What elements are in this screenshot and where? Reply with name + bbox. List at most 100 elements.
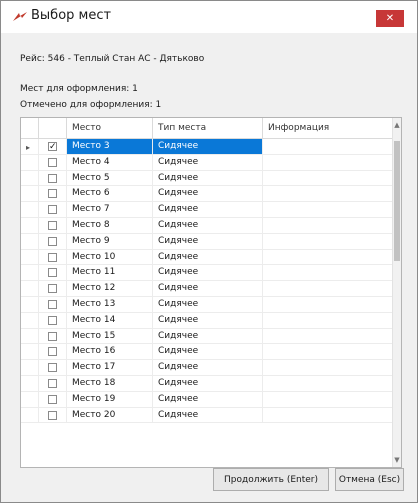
seat-type-cell[interactable]: Сидячее [153, 233, 263, 249]
seat-type-cell[interactable]: Сидячее [153, 296, 263, 312]
column-header-type[interactable]: Тип места [153, 118, 263, 138]
info-cell[interactable] [263, 392, 392, 407]
seat-type-cell[interactable]: Сидячее [153, 202, 263, 217]
seat-cell[interactable]: Место 19 [67, 391, 153, 407]
seat-cell[interactable]: Место 11 [67, 265, 153, 281]
table-row[interactable]: Место 9 Сидячее [21, 233, 392, 250]
seat-type-cell[interactable]: Сидячее [153, 360, 263, 375]
seat-type-cell[interactable]: Сидячее [153, 217, 263, 233]
seat-cell[interactable]: Место 13 [67, 296, 153, 312]
seat-type-cell[interactable]: Сидячее [153, 249, 263, 265]
seat-checkbox[interactable] [48, 410, 57, 420]
close-button[interactable]: ✕ [376, 10, 404, 27]
seat-checkbox[interactable] [48, 347, 57, 357]
seat-checkbox[interactable] [48, 331, 57, 341]
info-cell[interactable] [263, 376, 392, 391]
info-cell[interactable] [263, 297, 392, 312]
table-row[interactable]: Место 4 Сидячее [21, 154, 392, 171]
seat-type-cell[interactable]: Сидячее [153, 312, 263, 328]
cancel-button[interactable]: Отмена (Esc) [335, 468, 404, 491]
table-row[interactable]: Место 16 Сидячее [21, 344, 392, 361]
seat-cell[interactable]: Место 15 [67, 328, 153, 344]
table-row[interactable]: Место 15 Сидячее [21, 328, 392, 345]
seat-checkbox[interactable] [48, 299, 57, 309]
seat-checkbox[interactable] [48, 173, 57, 183]
column-header-seat[interactable]: Место [67, 118, 153, 138]
seat-type-cell[interactable]: Сидячее [153, 328, 263, 344]
seat-checkbox[interactable] [48, 220, 57, 230]
seat-type-cell[interactable]: Сидячее [153, 265, 263, 281]
vertical-scrollbar[interactable]: ▲ ▼ [392, 118, 401, 467]
info-cell[interactable] [263, 155, 392, 170]
table-row[interactable]: Место 5 Сидячее [21, 170, 392, 187]
table-row[interactable]: Место 18 Сидячее [21, 375, 392, 392]
table-row[interactable]: Место 20 Сидячее [21, 407, 392, 424]
info-cell[interactable] [263, 281, 392, 296]
scroll-up-icon[interactable]: ▲ [393, 120, 401, 130]
info-cell[interactable] [263, 344, 392, 359]
table-row[interactable]: Место 11 Сидячее [21, 265, 392, 282]
seat-checkbox[interactable] [48, 189, 57, 199]
table-row[interactable]: Место 6 Сидячее [21, 186, 392, 203]
table-row[interactable]: Место 17 Сидячее [21, 360, 392, 376]
seat-cell[interactable]: Место 9 [67, 233, 153, 249]
seat-cell[interactable]: Место 4 [67, 154, 153, 170]
table-row[interactable]: Место 12 Сидячее [21, 281, 392, 297]
seat-cell[interactable]: Место 18 [67, 375, 153, 391]
table-row[interactable]: ▸ Место 3Сидячее [21, 139, 392, 155]
info-cell[interactable] [263, 218, 392, 233]
seat-checkbox[interactable] [48, 363, 57, 373]
seat-type-cell[interactable]: Сидячее [153, 154, 263, 170]
continue-button[interactable]: Продолжить (Enter) [213, 468, 329, 491]
info-cell[interactable] [263, 139, 392, 154]
seat-cell[interactable]: Место 12 [67, 281, 153, 296]
info-cell[interactable] [263, 360, 392, 375]
scrollbar-thumb[interactable] [394, 141, 400, 261]
seat-type-cell[interactable]: Сидячее [153, 375, 263, 391]
seat-cell[interactable]: Место 16 [67, 344, 153, 360]
seat-type-cell[interactable]: Сидячее [153, 281, 263, 296]
seat-cell[interactable]: Место 5 [67, 170, 153, 186]
info-cell[interactable] [263, 265, 392, 280]
info-cell[interactable] [263, 202, 392, 217]
seat-checkbox[interactable] [48, 252, 57, 262]
info-cell[interactable] [263, 234, 392, 249]
seat-checkbox[interactable] [48, 394, 57, 404]
seat-cell[interactable]: Место 10 [67, 249, 153, 265]
scroll-down-icon[interactable]: ▼ [393, 455, 401, 465]
seat-type-cell[interactable]: Сидячее [153, 186, 263, 202]
table-row[interactable]: Место 10 Сидячее [21, 249, 392, 266]
info-cell[interactable] [263, 171, 392, 186]
seat-checkbox[interactable] [48, 140, 57, 155]
seat-cell[interactable]: Место 3 [67, 139, 153, 154]
table-row[interactable]: Место 7 Сидячее [21, 202, 392, 218]
seat-type-cell[interactable]: Сидячее [153, 139, 263, 154]
seat-type-cell[interactable]: Сидячее [153, 170, 263, 186]
seat-checkbox[interactable] [48, 205, 57, 215]
seat-checkbox[interactable] [48, 268, 57, 278]
seat-cell[interactable]: Место 6 [67, 186, 153, 202]
table-row[interactable]: Место 19 Сидячее [21, 391, 392, 408]
table-row[interactable]: Место 13 Сидячее [21, 296, 392, 313]
seat-cell[interactable]: Место 17 [67, 360, 153, 375]
seat-checkbox[interactable] [48, 378, 57, 388]
seat-type-cell[interactable]: Сидячее [153, 407, 263, 423]
info-cell[interactable] [263, 313, 392, 328]
seat-cell[interactable]: Место 8 [67, 217, 153, 233]
table-row[interactable]: Место 8 Сидячее [21, 217, 392, 234]
seat-checkbox[interactable] [48, 157, 57, 167]
seat-checkbox[interactable] [48, 315, 57, 325]
seat-cell[interactable]: Место 7 [67, 202, 153, 217]
info-cell[interactable] [263, 408, 392, 423]
seat-checkbox[interactable] [48, 284, 57, 294]
seat-type-cell[interactable]: Сидячее [153, 344, 263, 360]
table-row[interactable]: Место 14 Сидячее [21, 312, 392, 329]
seats-grid[interactable]: Место Тип места Информация ▸Место 3Сидяч… [20, 117, 402, 468]
info-cell[interactable] [263, 250, 392, 265]
seat-checkbox[interactable] [48, 236, 57, 246]
seat-cell[interactable]: Место 14 [67, 312, 153, 328]
column-header-info[interactable]: Информация [263, 118, 392, 138]
seat-cell[interactable]: Место 20 [67, 407, 153, 423]
seat-type-cell[interactable]: Сидячее [153, 391, 263, 407]
info-cell[interactable] [263, 186, 392, 201]
